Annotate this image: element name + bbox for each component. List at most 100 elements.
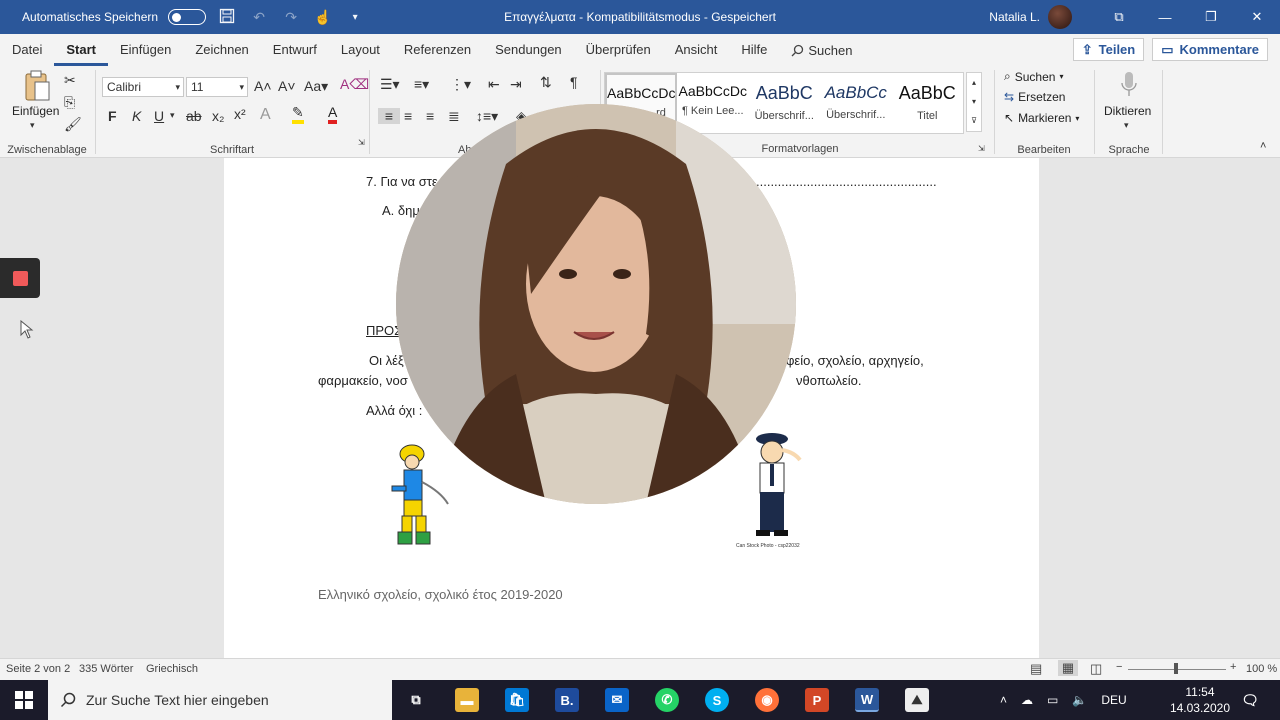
underline-dropdown-icon[interactable]: ▾ [170, 110, 175, 121]
font-name-box[interactable]: Calibri ▾ [102, 77, 184, 97]
tab-zeichnen[interactable]: Zeichnen [183, 34, 260, 66]
web-layout-icon[interactable]: ◫ [1090, 661, 1102, 677]
touch-mode-icon[interactable]: ☝ [312, 9, 334, 26]
mail-icon[interactable]: ✉ [605, 688, 629, 712]
minimize-button[interactable]: — [1142, 0, 1188, 34]
style-item-no-spacing[interactable]: AaBbCcDc ¶ Kein Lee... [677, 73, 749, 133]
format-painter-icon[interactable]: 🖌 [64, 116, 82, 133]
tab-layout[interactable]: Layout [329, 34, 392, 66]
find-button[interactable]: ⌕ Suchen ▾ [1004, 69, 1063, 84]
autosave-toggle[interactable] [168, 9, 207, 25]
style-item-title[interactable]: AaBbC Titel [892, 73, 964, 133]
align-right-icon[interactable]: ≡ [426, 108, 434, 124]
zoom-level[interactable]: 100 % [1246, 663, 1277, 675]
zoom-in-icon[interactable]: + [1230, 661, 1236, 673]
paste-dropdown-icon[interactable]: ▾ [30, 120, 35, 131]
print-layout-icon[interactable]: ▦ [1058, 660, 1078, 676]
share-button[interactable]: ⇪ Teilen [1072, 38, 1145, 61]
bullets-icon[interactable]: ☰▾ [380, 76, 400, 93]
tab-start[interactable]: Start [54, 34, 108, 66]
line-spacing-icon[interactable]: ↕≡▾ [476, 108, 498, 125]
replace-button[interactable]: ⇆ Ersetzen [1004, 90, 1065, 104]
superscript-icon[interactable]: x² [234, 106, 246, 122]
grow-font-icon[interactable]: A˄ [254, 78, 272, 94]
webcam-overlay[interactable] [396, 104, 796, 504]
restore-button[interactable]: ❐ [1188, 0, 1234, 34]
align-left-icon[interactable]: ≡ [378, 108, 400, 124]
photos-icon[interactable]: ⛰ [905, 688, 929, 712]
notifications-icon[interactable]: 🗨 [1238, 688, 1262, 712]
app-b-icon[interactable]: B. [555, 688, 579, 712]
powerpoint-icon[interactable]: P [805, 688, 829, 712]
store-icon[interactable]: 🛍 [505, 688, 529, 712]
highlight-icon[interactable]: ✎ [292, 104, 304, 124]
file-explorer-icon[interactable]: ▬ [455, 688, 479, 712]
increase-indent-icon[interactable]: ⇥ [510, 76, 522, 93]
tab-referenzen[interactable]: Referenzen [392, 34, 483, 66]
change-case-icon[interactable]: Aa▾ [304, 78, 328, 95]
style-item-heading1[interactable]: AaBbC Überschrif... [749, 73, 821, 133]
italic-button[interactable]: K [132, 108, 141, 124]
read-mode-icon[interactable]: ▤ [1030, 661, 1042, 677]
windows-start-icon[interactable] [12, 688, 36, 712]
customize-toolbar-icon[interactable]: ▾ [344, 12, 366, 23]
subscript-icon[interactable]: x₂ [212, 108, 224, 124]
avatar[interactable] [1048, 5, 1072, 29]
paste-label[interactable]: Einfügen [12, 104, 59, 118]
tab-sendungen[interactable]: Sendungen [483, 34, 574, 66]
tab-ueberpruefen[interactable]: Überprüfen [574, 34, 663, 66]
select-button[interactable]: ↖ Markieren ▾ [1004, 111, 1079, 125]
volume-icon[interactable]: 🔈 [1072, 693, 1087, 707]
stop-recording-button[interactable] [0, 258, 40, 298]
zoom-slider-thumb[interactable] [1174, 663, 1178, 674]
bold-button[interactable]: F [108, 108, 117, 124]
show-hidden-icons-icon[interactable]: ˄ [1000, 693, 1007, 707]
underline-button[interactable]: U [154, 108, 164, 124]
show-formatting-icon[interactable]: ¶ [570, 74, 578, 90]
tab-ansicht[interactable]: Ansicht [663, 34, 730, 66]
taskbar-search[interactable]: Zur Suche Text hier eingeben [48, 680, 392, 720]
font-size-box[interactable]: 11 ▾ [186, 77, 248, 97]
sort-icon[interactable]: ⇅ [540, 74, 552, 91]
user-name[interactable]: Natalia L. [989, 10, 1040, 24]
paste-icon[interactable] [20, 70, 54, 101]
close-button[interactable]: ✕ [1234, 0, 1280, 34]
justify-icon[interactable]: ≣ [448, 108, 460, 125]
dictate-label[interactable]: Diktieren [1104, 104, 1151, 118]
font-color-icon[interactable]: A [328, 104, 338, 124]
tab-hilfe[interactable]: Hilfe [729, 34, 779, 66]
word-icon[interactable]: W [855, 688, 879, 712]
microphone-icon[interactable] [1116, 70, 1142, 101]
whatsapp-icon[interactable]: ✆ [655, 688, 679, 712]
redo-icon[interactable]: ↷ [280, 9, 302, 26]
pilot-image[interactable]: Can Stock Photo - csp22032 [736, 430, 820, 552]
align-center-icon[interactable]: ≡ [404, 108, 412, 124]
text-effects-icon[interactable]: A [260, 106, 271, 124]
tab-einfuegen[interactable]: Einfügen [108, 34, 183, 66]
battery-icon[interactable]: ▭ [1047, 693, 1058, 707]
style-item-heading2[interactable]: AaBbCc Überschrif... [820, 73, 892, 133]
copy-icon[interactable]: ⎘ [64, 94, 75, 111]
decrease-indent-icon[interactable]: ⇤ [488, 76, 500, 93]
onedrive-icon[interactable]: ☁ [1021, 693, 1033, 707]
shrink-font-icon[interactable]: A˅ [278, 78, 296, 94]
tab-entwurf[interactable]: Entwurf [261, 34, 329, 66]
multilevel-list-icon[interactable]: ⋮▾ [450, 76, 471, 93]
zoom-out-icon[interactable]: − [1116, 661, 1122, 673]
tab-datei[interactable]: Datei [0, 34, 54, 66]
taskbar-clock[interactable]: 11:54 14.03.2020 [1170, 684, 1230, 716]
firefox-icon[interactable]: ◉ [755, 688, 779, 712]
input-language[interactable]: DEU [1101, 693, 1126, 707]
firefighter-image[interactable] [386, 442, 456, 546]
tell-me-search[interactable]: Suchen [779, 34, 864, 66]
collapse-ribbon-icon[interactable]: ˄ [1260, 140, 1266, 152]
comments-button[interactable]: ▭ Kommentare [1152, 38, 1268, 61]
task-view-icon[interactable]: ⧉ [404, 688, 428, 712]
save-icon[interactable] [216, 8, 238, 27]
language-indicator[interactable]: Griechisch [146, 663, 198, 675]
undo-icon[interactable]: ↶ [248, 9, 270, 26]
skype-icon[interactable]: S [705, 688, 729, 712]
word-count[interactable]: 335 Wörter [79, 663, 133, 675]
dictate-dropdown-icon[interactable]: ▾ [1124, 120, 1129, 131]
strikethrough-icon[interactable]: ab [186, 108, 202, 124]
